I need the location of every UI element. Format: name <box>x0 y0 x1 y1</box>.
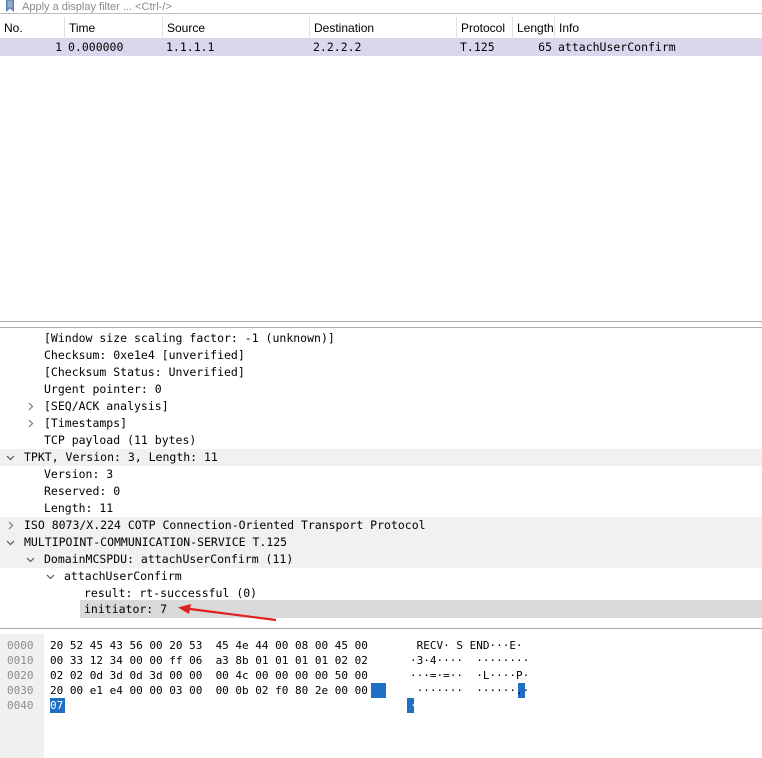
column-header-protocol[interactable]: Protocol <box>456 17 512 39</box>
cell-length: 65 <box>538 40 552 54</box>
detail-line[interactable]: Checksum: 0xe1e4 [unverified] <box>0 347 762 364</box>
protocol-header-tpkt[interactable]: TPKT, Version: 3, Length: 11 <box>0 449 762 466</box>
detail-text: MULTIPOINT-COMMUNICATION-SERVICE T.125 <box>24 535 288 549</box>
detail-line[interactable]: result: rt-successful (0) <box>0 585 762 602</box>
detail-line[interactable]: [Timestamps] <box>0 415 762 432</box>
byte-offset: 0020 <box>7 669 34 682</box>
cell-info: attachUserConfirm <box>558 40 676 54</box>
detail-text: Version: 3 <box>44 467 114 481</box>
byte-offset: 0000 <box>7 639 34 652</box>
detail-text: result: rt-successful (0) <box>84 586 258 600</box>
chevron-right-icon[interactable] <box>26 402 35 411</box>
detail-text: Reserved: 0 <box>44 484 121 498</box>
cell-no: 1 <box>55 40 62 54</box>
detail-text: Urgent pointer: 0 <box>44 382 162 396</box>
packet-bytes-pane: 0000 0010 0020 0030 0040 20 52 45 43 56 … <box>0 634 762 758</box>
detail-text: initiator: 7 <box>84 602 168 616</box>
hex-bytes[interactable]: 20 00 e1 e4 00 00 03 00 00 0b 02 f0 80 2… <box>50 683 368 698</box>
ascii-bytes[interactable]: · <box>410 698 417 713</box>
detail-text: DomainMCSPDU: attachUserConfirm (11) <box>44 552 294 566</box>
chevron-down-icon[interactable] <box>6 538 15 547</box>
column-header-destination[interactable]: Destination <box>309 17 456 39</box>
hex-bytes[interactable]: 20 52 45 43 56 00 20 53 45 4e 44 00 08 0… <box>50 638 368 653</box>
packet-list-header: No. Time Source Destination Protocol Len… <box>0 17 762 39</box>
chevron-right-icon[interactable] <box>6 521 15 530</box>
detail-text: TPKT, Version: 3, Length: 11 <box>24 450 218 464</box>
byte-offset: 0040 <box>7 699 34 712</box>
protocol-header-t125[interactable]: MULTIPOINT-COMMUNICATION-SERVICE T.125 <box>0 534 762 551</box>
cell-protocol: T.125 <box>460 40 495 54</box>
hex-bytes[interactable]: 00 33 12 34 00 00 ff 06 a3 8b 01 01 01 0… <box>50 653 368 668</box>
detail-text: ISO 8073/X.224 COTP Connection-Oriented … <box>24 518 426 532</box>
detail-line[interactable]: Length: 11 <box>0 500 762 517</box>
detail-text: Length: 11 <box>44 501 114 515</box>
detail-line[interactable]: [Window size scaling factor: -1 (unknown… <box>0 330 762 347</box>
detail-line[interactable]: Version: 3 <box>0 466 762 483</box>
protocol-header-cotp[interactable]: ISO 8073/X.224 COTP Connection-Oriented … <box>0 517 762 534</box>
detail-text: [Timestamps] <box>44 416 128 430</box>
byte-highlight <box>371 683 386 698</box>
packet-details-pane: [Window size scaling factor: -1 (unknown… <box>0 327 762 629</box>
packet-row[interactable]: 1 0.000000 1.1.1.1 2.2.2.2 T.125 65 atta… <box>0 39 762 56</box>
hex-bytes[interactable]: 07 <box>50 698 63 713</box>
cell-source: 1.1.1.1 <box>166 40 215 54</box>
chevron-down-icon[interactable] <box>6 453 15 462</box>
detail-line[interactable]: Reserved: 0 <box>0 483 762 500</box>
detail-line[interactable]: TCP payload (11 bytes) <box>0 432 762 449</box>
detail-text: Checksum: 0xe1e4 [unverified] <box>44 348 245 362</box>
detail-line[interactable]: [Checksum Status: Unverified] <box>0 364 762 381</box>
column-header-no[interactable]: No. <box>0 17 64 39</box>
column-header-time[interactable]: Time <box>64 17 162 39</box>
cell-destination: 2.2.2.2 <box>313 40 362 54</box>
detail-line[interactable]: DomainMCSPDU: attachUserConfirm (11) <box>0 551 762 568</box>
detail-text: attachUserConfirm <box>64 569 182 583</box>
byte-offset: 0010 <box>7 654 34 667</box>
ascii-bytes[interactable]: ·3·4···· ········ <box>410 653 529 668</box>
detail-text: [Checksum Status: Unverified] <box>44 365 245 379</box>
display-filter-input[interactable] <box>20 0 762 13</box>
bookmark-icon[interactable] <box>4 0 16 13</box>
display-filter-bar <box>0 0 762 14</box>
detail-text: [SEQ/ACK analysis] <box>44 399 169 413</box>
detail-text: TCP payload (11 bytes) <box>44 433 197 447</box>
cell-time: 0.000000 <box>68 40 124 54</box>
column-header-length[interactable]: Length <box>512 17 554 39</box>
chevron-down-icon[interactable] <box>46 572 55 581</box>
detail-line[interactable]: attachUserConfirm <box>0 568 762 585</box>
annotation-arrow-icon <box>178 604 277 622</box>
chevron-down-icon[interactable] <box>26 555 35 564</box>
selected-detail-line[interactable]: initiator: 7 <box>0 601 762 618</box>
chevron-right-icon[interactable] <box>26 419 35 428</box>
packet-list-pane: No. Time Source Destination Protocol Len… <box>0 17 762 322</box>
detail-line[interactable]: Urgent pointer: 0 <box>0 381 762 398</box>
column-header-source[interactable]: Source <box>162 17 309 39</box>
ascii-bytes[interactable]: ···=·=·· ·L····P· <box>410 668 529 683</box>
detail-line[interactable]: [SEQ/ACK analysis] <box>0 398 762 415</box>
byte-offset: 0030 <box>7 684 34 697</box>
detail-text: [Window size scaling factor: -1 (unknown… <box>44 331 335 345</box>
hex-bytes[interactable]: 02 02 0d 3d 0d 3d 00 00 00 4c 00 00 00 0… <box>50 668 368 683</box>
column-header-info[interactable]: Info <box>554 17 762 39</box>
ascii-bytes[interactable]: ······· ······.· <box>410 683 530 698</box>
ascii-bytes[interactable]: RECV· S END···E· <box>410 638 523 653</box>
